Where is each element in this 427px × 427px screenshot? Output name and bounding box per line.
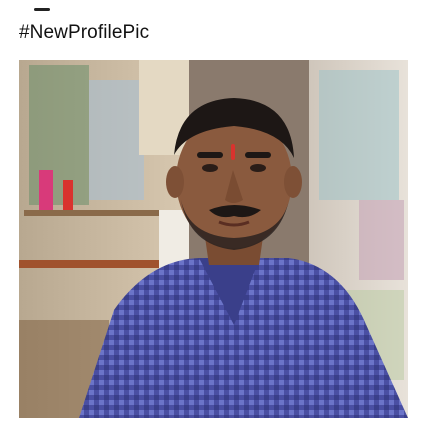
post-card: #NewProfilePic xyxy=(0,0,427,427)
cropped-previous-element xyxy=(34,8,50,11)
profile-photo-image xyxy=(19,60,408,418)
profile-photo[interactable] xyxy=(19,60,408,418)
post-caption: #NewProfilePic xyxy=(19,22,150,43)
